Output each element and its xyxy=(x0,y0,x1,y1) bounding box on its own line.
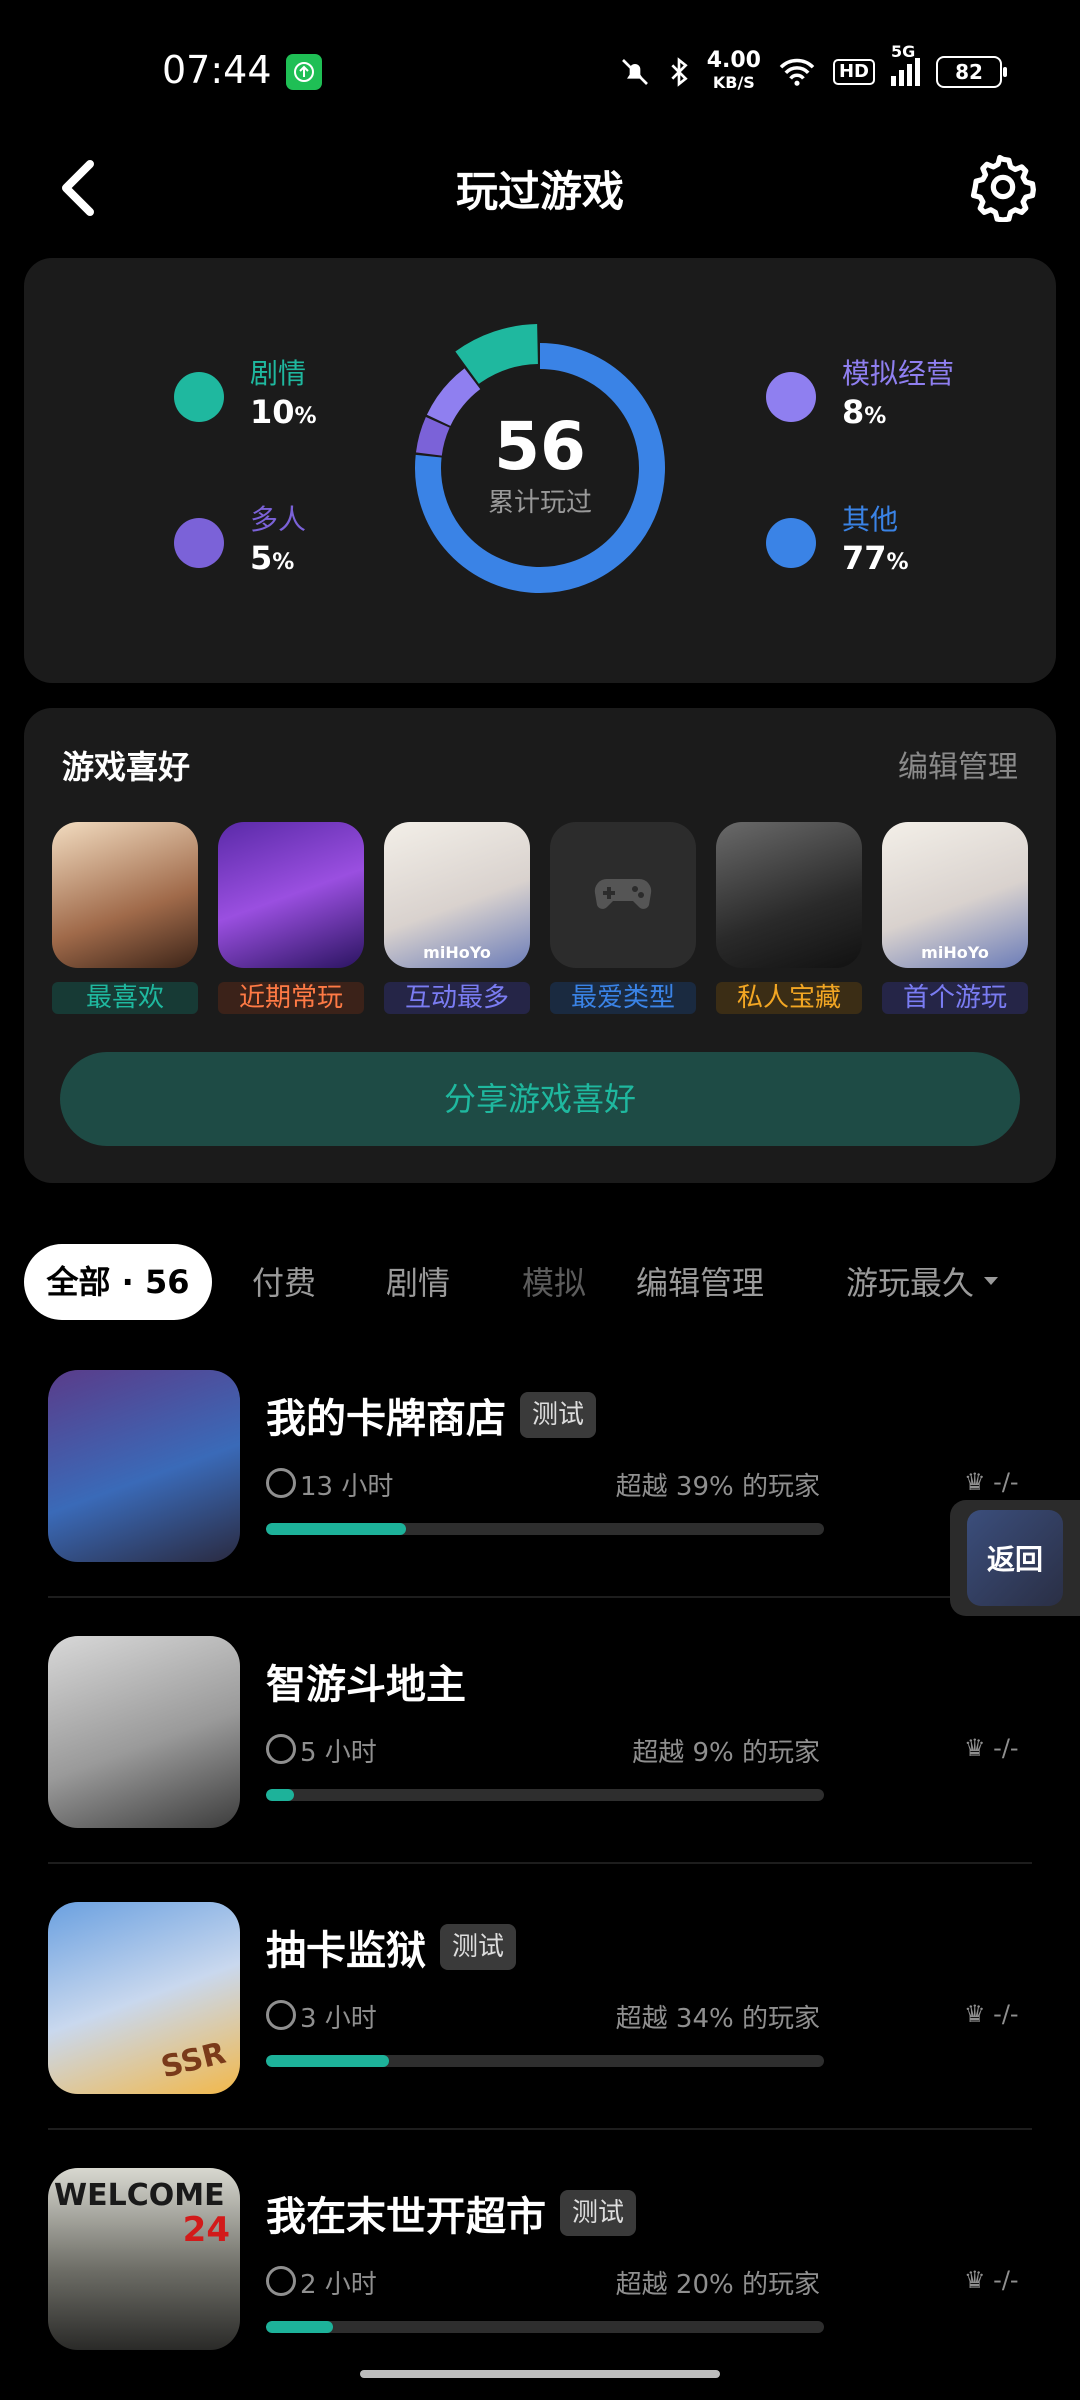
trophy-rank: ♛ -/- xyxy=(964,2266,1019,2294)
page-title: 玩过游戏 xyxy=(455,167,624,216)
beat-text: 超越 39% 的玩家 xyxy=(615,1472,820,1502)
progress-bar xyxy=(266,2321,824,2333)
divider xyxy=(48,1862,1032,1864)
status-icons: 4.00 KB/S HD 5G 82 xyxy=(619,42,1007,94)
settings-button[interactable] xyxy=(968,152,1038,223)
test-badge: 测试 xyxy=(520,1392,597,1438)
play-time: 3 小时 xyxy=(300,2004,377,2034)
pref-recent-cover[interactable] xyxy=(218,822,364,968)
donut-segment-3 xyxy=(455,324,539,385)
preferences-edit[interactable]: 编辑管理 xyxy=(898,742,1018,786)
pref-tag-favorite: 最喜欢 xyxy=(52,982,198,1014)
caret-down-icon xyxy=(984,1277,999,1285)
tab-edit[interactable]: 编辑管理 xyxy=(636,1258,764,1304)
progress-fill xyxy=(266,2321,333,2333)
game-icon[interactable]: SSR xyxy=(48,1902,240,2094)
gear-icon xyxy=(970,154,1036,223)
gamepad-icon xyxy=(594,878,652,909)
mute-bell-icon xyxy=(621,59,648,85)
game-name[interactable]: 我的卡牌商店 xyxy=(266,1386,506,1444)
status-time: 07:44 xyxy=(162,48,272,92)
return-label: 返回 xyxy=(967,1510,1063,1606)
total-label: 累计玩过 xyxy=(487,488,592,518)
tab-paid[interactable]: 付费 xyxy=(252,1258,316,1304)
play-time: 5 小时 xyxy=(300,1738,377,1768)
hd-badge: HD xyxy=(832,59,875,85)
progress-bar xyxy=(266,2055,824,2067)
trophy-rank: ♛ -/- xyxy=(964,2000,1019,2028)
test-badge: 测试 xyxy=(440,1924,517,1970)
progress-fill xyxy=(266,1789,294,1801)
divider xyxy=(48,1596,1032,1598)
net-speed: 4.00 KB/S xyxy=(706,48,761,93)
game-title-row: 智游斗地主 xyxy=(266,1652,466,1710)
divider xyxy=(48,2128,1032,2130)
trophy-rank: ♛ -/- xyxy=(964,1468,1019,1496)
pref-favorite-cover[interactable] xyxy=(52,822,198,968)
gamepad-icon xyxy=(766,517,816,568)
test-badge: 测试 xyxy=(560,2190,637,2236)
game-name[interactable]: 智游斗地主 xyxy=(266,1652,466,1710)
bluetooth-icon xyxy=(671,57,688,87)
upload-icon xyxy=(286,54,322,90)
game-title-row: 抽卡监狱 测试 xyxy=(266,1918,517,1976)
timer-icon xyxy=(266,2000,296,2030)
pref-interact-cover[interactable]: miHoYo xyxy=(384,822,530,968)
beat-text: 超越 9% 的玩家 xyxy=(632,1738,820,1768)
battery-icon: 82 xyxy=(936,56,1007,88)
trophy-rank: ♛ -/- xyxy=(964,1734,1019,1762)
pref-treasure-cover[interactable] xyxy=(716,822,862,968)
progress-fill xyxy=(266,1523,406,1535)
timer-icon xyxy=(266,2266,296,2296)
game-title-row: 我在末世开超市 测试 xyxy=(266,2184,637,2242)
signal-icon: 5G xyxy=(891,42,920,86)
tab-all[interactable]: 全部 · 56 xyxy=(24,1244,212,1320)
progress-fill xyxy=(266,2055,389,2067)
multiplayer-icon xyxy=(174,517,224,568)
timer-icon xyxy=(266,1468,296,1498)
pref-tag-treasure: 私人宝藏 xyxy=(716,982,862,1014)
game-icon[interactable]: WELCOME 24 xyxy=(48,2168,240,2350)
game-title-row: 我的卡牌商店 测试 xyxy=(266,1386,597,1444)
home-indicator[interactable] xyxy=(360,2370,720,2378)
tab-story[interactable]: 剧情 xyxy=(386,1258,450,1304)
progress-bar xyxy=(266,1523,824,1535)
beat-text: 超越 20% 的玩家 xyxy=(615,2270,820,2300)
share-preferences-button[interactable]: 分享游戏喜好 xyxy=(60,1052,1020,1146)
timer-icon xyxy=(266,1734,296,1764)
tab-sim[interactable]: 模拟 xyxy=(522,1258,586,1304)
pref-tag-first: 首个游玩 xyxy=(882,982,1028,1014)
game-name[interactable]: 抽卡监狱 xyxy=(266,1918,426,1976)
pref-first-cover[interactable]: miHoYo xyxy=(882,822,1028,968)
beat-text: 超越 34% 的玩家 xyxy=(615,2004,820,2034)
game-icon[interactable] xyxy=(48,1636,240,1828)
pref-tag-interact: 互动最多 xyxy=(384,982,530,1014)
game-icon[interactable] xyxy=(48,1370,240,1562)
sort-dropdown[interactable]: 游玩最久 xyxy=(846,1258,1000,1304)
pref-tag-recent: 近期常玩 xyxy=(218,982,364,1014)
game-name[interactable]: 我在末世开超市 xyxy=(266,2184,546,2242)
wifi-icon xyxy=(779,58,815,86)
total-games: 56 xyxy=(494,408,586,485)
preferences-title: 游戏喜好 xyxy=(62,748,191,786)
progress-bar xyxy=(266,1789,824,1801)
return-float-button[interactable]: 返回 xyxy=(950,1500,1080,1616)
play-time: 2 小时 xyxy=(300,2270,377,2300)
pref-type-cover[interactable] xyxy=(550,822,696,968)
play-time: 13 小时 xyxy=(300,1472,394,1502)
pref-tag-type: 最爱类型 xyxy=(550,982,696,1014)
